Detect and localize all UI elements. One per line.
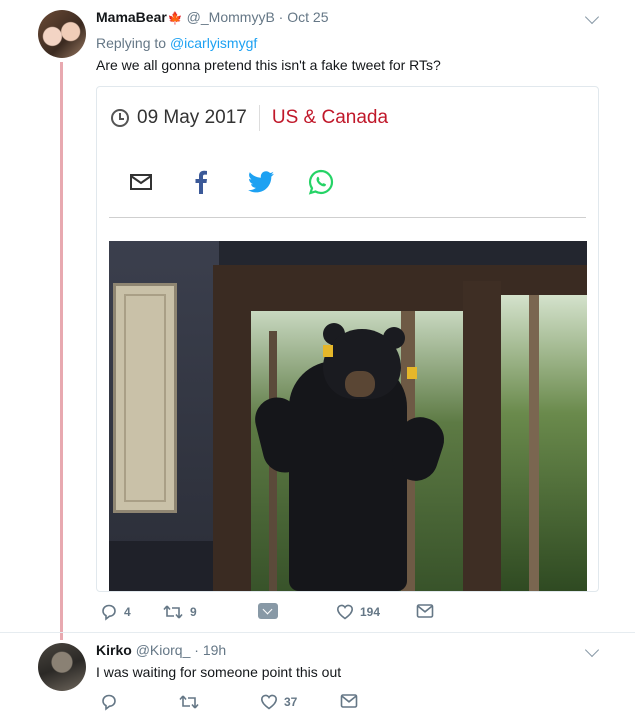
ear-tag [323, 345, 333, 357]
like-count: 194 [360, 605, 381, 619]
avatar[interactable] [38, 643, 86, 691]
tweet-header: MamaBear🍁 @_MommyyB · Oct 25 [96, 9, 328, 25]
reply-count: 4 [124, 605, 131, 619]
maple-leaf-icon: 🍁 [167, 11, 183, 25]
replying-handle-link[interactable]: @icarlyismygf [170, 35, 257, 51]
tweet-text: I was waiting for someone point this out [96, 664, 342, 680]
author-name[interactable]: Kirko [96, 642, 132, 658]
retweet-icon [179, 695, 199, 709]
reply-button[interactable]: 4 [100, 603, 131, 621]
card-photo[interactable] [109, 241, 587, 591]
tweet-date[interactable]: Oct 25 [287, 9, 328, 25]
facebook-icon[interactable] [187, 169, 215, 195]
envelope-icon [416, 604, 434, 618]
avatar[interactable] [38, 10, 86, 58]
photo-window-mullion [463, 281, 501, 591]
envelope-icon [340, 694, 358, 708]
replying-prefix: Replying to [96, 35, 167, 51]
author-handle[interactable]: @_MommyyB [187, 9, 275, 25]
photo-tree [529, 295, 539, 591]
ear-tag [407, 367, 417, 379]
separator-dot: · [278, 9, 284, 25]
clock-icon [111, 109, 129, 127]
twitter-icon[interactable] [247, 169, 275, 195]
reply-icon [102, 694, 116, 711]
card-meta: 09 May 2017 US & Canada [111, 105, 388, 131]
photo-floor [109, 541, 213, 591]
tweet-text: Are we all gonna pretend this isn't a fa… [96, 57, 441, 73]
tweet-header: Kirko @Kiorq_ · 19h [96, 642, 226, 658]
whatsapp-icon[interactable] [307, 169, 335, 195]
chevron-down-icon[interactable] [584, 642, 600, 658]
author-name[interactable]: MamaBear [96, 9, 167, 25]
link-card[interactable]: 09 May 2017 US & Canada [96, 86, 599, 592]
tweet[interactable]: Kirko @Kiorq_ · 19h I was waiting for so… [0, 632, 635, 724]
retweet-button[interactable] [178, 693, 200, 711]
reply-button[interactable] [100, 693, 118, 711]
retweet-button[interactable]: 9 [162, 603, 197, 621]
divider [258, 105, 260, 131]
heart-icon [260, 694, 278, 710]
author-handle[interactable]: @Kiorq_ [136, 642, 191, 658]
card-region-link[interactable]: US & Canada [272, 107, 388, 129]
separator-dot: · [194, 642, 199, 658]
replying-to: Replying to @icarlyismygf [96, 35, 257, 51]
retweet-icon [163, 605, 183, 619]
thread-connector-line [60, 62, 63, 640]
card-date: 09 May 2017 [137, 107, 247, 128]
card-divider [109, 217, 586, 218]
retweet-count: 9 [190, 605, 197, 619]
tweet[interactable]: MamaBear🍁 @_MommyyB · Oct 25 Replying to… [0, 0, 635, 640]
like-count: 37 [284, 695, 298, 709]
direct-message-button[interactable] [416, 603, 434, 619]
direct-message-button[interactable] [340, 693, 358, 709]
photo-window-glass-right [501, 295, 587, 591]
chevron-down-icon[interactable] [584, 9, 600, 25]
tweet-date[interactable]: 19h [203, 642, 226, 658]
bear-muzzle [345, 371, 375, 397]
reply-icon [102, 604, 116, 621]
more-options-button[interactable] [258, 603, 278, 619]
mail-icon[interactable] [127, 169, 155, 195]
heart-icon [336, 604, 354, 620]
like-button[interactable]: 194 [336, 603, 380, 621]
chevron-down-icon [258, 603, 278, 619]
like-button[interactable]: 37 [260, 693, 297, 711]
photo-cabinet [113, 283, 177, 513]
